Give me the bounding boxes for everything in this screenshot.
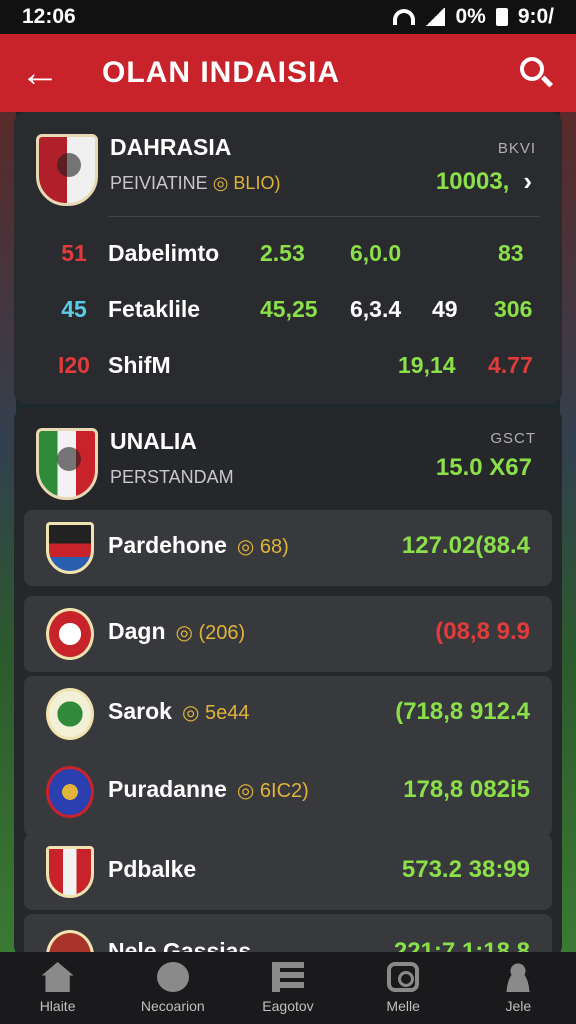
stat-label: Fetaklile — [108, 296, 201, 322]
team-value: 10003, — [435, 167, 510, 195]
nav-item-melle[interactable]: Melle — [348, 962, 458, 1014]
team-header: DAHRASIA PEIVIATINE ◎ BLIO) — [36, 134, 280, 206]
team-subtitle: PERSTANDAM — [110, 467, 234, 487]
nav-item-eagotov[interactable]: Eagotov — [233, 962, 343, 1014]
list-icon — [271, 962, 304, 992]
back-arrow-icon[interactable]: ← — [20, 53, 80, 93]
club-name-row: Puradanne ◎ 6IC2) — [108, 776, 309, 803]
stat-value-2: 6,3.4 — [350, 296, 402, 322]
team-crest-icon — [36, 428, 98, 500]
battery-percent: 0% — [455, 5, 486, 28]
club-name-row: Pardehone ◎ 68) — [108, 532, 289, 559]
list-item[interactable]: Pdbalke 573.2 38:99 — [24, 834, 552, 910]
stat-value-3: 19,14 — [398, 352, 456, 378]
app-bar: ← OLAN INDAISIA — [0, 34, 576, 112]
club-badge-icon — [46, 766, 94, 818]
nav-item-jele[interactable]: Jele — [463, 962, 573, 1014]
team-panel-dahrasia[interactable]: DAHRASIA PEIVIATINE ◎ BLIO) BKVI 10003, … — [14, 112, 562, 404]
status-indicators: 0% 9:0/ — [393, 5, 554, 29]
club-name-row: Dagn ◎ (206) — [108, 618, 245, 645]
user-icon — [502, 962, 535, 992]
nav-item-necoarion[interactable]: Necoarion — [118, 962, 228, 1014]
signal-icon — [425, 8, 446, 26]
nav-label: Eagotov — [262, 998, 314, 1014]
club-name: Puradanne — [108, 776, 227, 802]
club-badge-icon — [46, 608, 94, 660]
club-badge-icon — [46, 688, 94, 740]
club-coin: ◎ 5e44 — [181, 702, 250, 724]
status-time: 12:06 — [22, 5, 76, 28]
stat-value-4: 306 — [494, 296, 533, 322]
list-item[interactable]: Pardehone ◎ 68) 127.02(88.4 — [24, 510, 552, 586]
club-name: Pdbalke — [108, 856, 197, 882]
team-right-value[interactable]: 10003, › — [436, 166, 532, 197]
club-coin: ◎ 6IC2) — [236, 780, 309, 802]
stat-number: 45 — [61, 296, 87, 322]
club-coin: ◎ (206) — [175, 622, 246, 644]
club-coin: ◎ 68) — [236, 536, 289, 558]
stat-row[interactable]: 51 Dabelimto 2.53 6,0.0 83 — [14, 232, 562, 272]
stat-row[interactable]: 45 Fetaklile 45,25 6,3.4 49 306 — [14, 288, 562, 328]
team-right-label: GSCT — [490, 430, 536, 447]
team-header: UNALIA PERSTANDAM — [36, 428, 234, 500]
stat-number: 51 — [61, 240, 87, 266]
chevron-right-icon[interactable]: › — [523, 166, 532, 197]
club-badge-icon — [46, 846, 94, 898]
stat-value-2: 6,0.0 — [350, 240, 402, 266]
stat-number: I20 — [58, 352, 90, 378]
club-name-row: Sarok ◎ 5e44 — [108, 698, 249, 725]
club-name: Sarok — [108, 698, 172, 724]
club-name: Dagn — [108, 618, 166, 644]
page-title: OLAN INDAISIA — [102, 56, 340, 89]
stat-value-3: 49 — [432, 296, 458, 322]
stat-value-1: 2.53 — [260, 240, 305, 266]
wifi-icon — [393, 9, 416, 25]
team-sub-label: PEIVIATINE — [110, 173, 208, 193]
club-value: 573.2 38:99 — [401, 856, 530, 883]
team-crest-icon — [36, 134, 98, 206]
status-clock: 9:0/ — [517, 5, 554, 28]
club-value: 178,8 082i5 — [403, 776, 530, 803]
stat-row[interactable]: I20 ShifM 19,14 4.77 — [14, 344, 562, 384]
stat-value-4: 4.77 — [488, 352, 533, 378]
club-value: (718,8 912.4 — [395, 698, 530, 725]
club-name: Pardehone — [108, 532, 227, 558]
status-bar: 12:06 0% 9:0/ — [0, 0, 576, 34]
nav-label: Melle — [386, 998, 420, 1014]
stat-label: ShifM — [108, 352, 171, 378]
stat-value-1: 45,25 — [260, 296, 318, 322]
list-item-group[interactable]: Sarok ◎ 5e44 (718,8 912.4 Puradanne ◎ 6IC2… — [24, 676, 552, 836]
stadium-background-right — [560, 110, 576, 954]
club-value: (08,8 9.9 — [435, 618, 530, 645]
camera-icon — [387, 962, 420, 992]
nav-label: Hlaite — [39, 998, 76, 1014]
team-sub-coin: ◎ BLIO) — [212, 173, 281, 193]
club-badge-icon — [46, 522, 94, 574]
stat-label: Dabelimto — [108, 240, 220, 266]
team-name: UNALIA — [110, 428, 197, 454]
nav-label: Jele — [505, 998, 532, 1014]
team-right-value: 15.0 X67 — [435, 454, 532, 481]
search-icon[interactable] — [516, 53, 556, 93]
club-value: 127.02(88.4 — [401, 532, 530, 559]
ball-icon — [156, 962, 189, 992]
nav-label: Necoarion — [140, 998, 205, 1014]
team-name: DAHRASIA — [110, 134, 232, 160]
team-panel-unalia[interactable]: UNALIA PERSTANDAM GSCT 15.0 X67 Pardehon… — [14, 408, 562, 982]
bottom-nav: Hlaite Necoarion Eagotov Melle Jele — [0, 952, 576, 1024]
team-right-label: BKVI — [497, 140, 536, 157]
nav-item-home[interactable]: Hlaite — [3, 962, 113, 1014]
list-item[interactable]: Dagn ◎ (206) (08,8 9.9 — [24, 596, 552, 672]
divider — [108, 216, 540, 217]
team-subtitle: PEIVIATINE ◎ BLIO) — [110, 173, 280, 194]
stat-value-4: 83 — [498, 240, 524, 266]
home-icon — [41, 962, 74, 992]
battery-icon — [495, 8, 508, 26]
